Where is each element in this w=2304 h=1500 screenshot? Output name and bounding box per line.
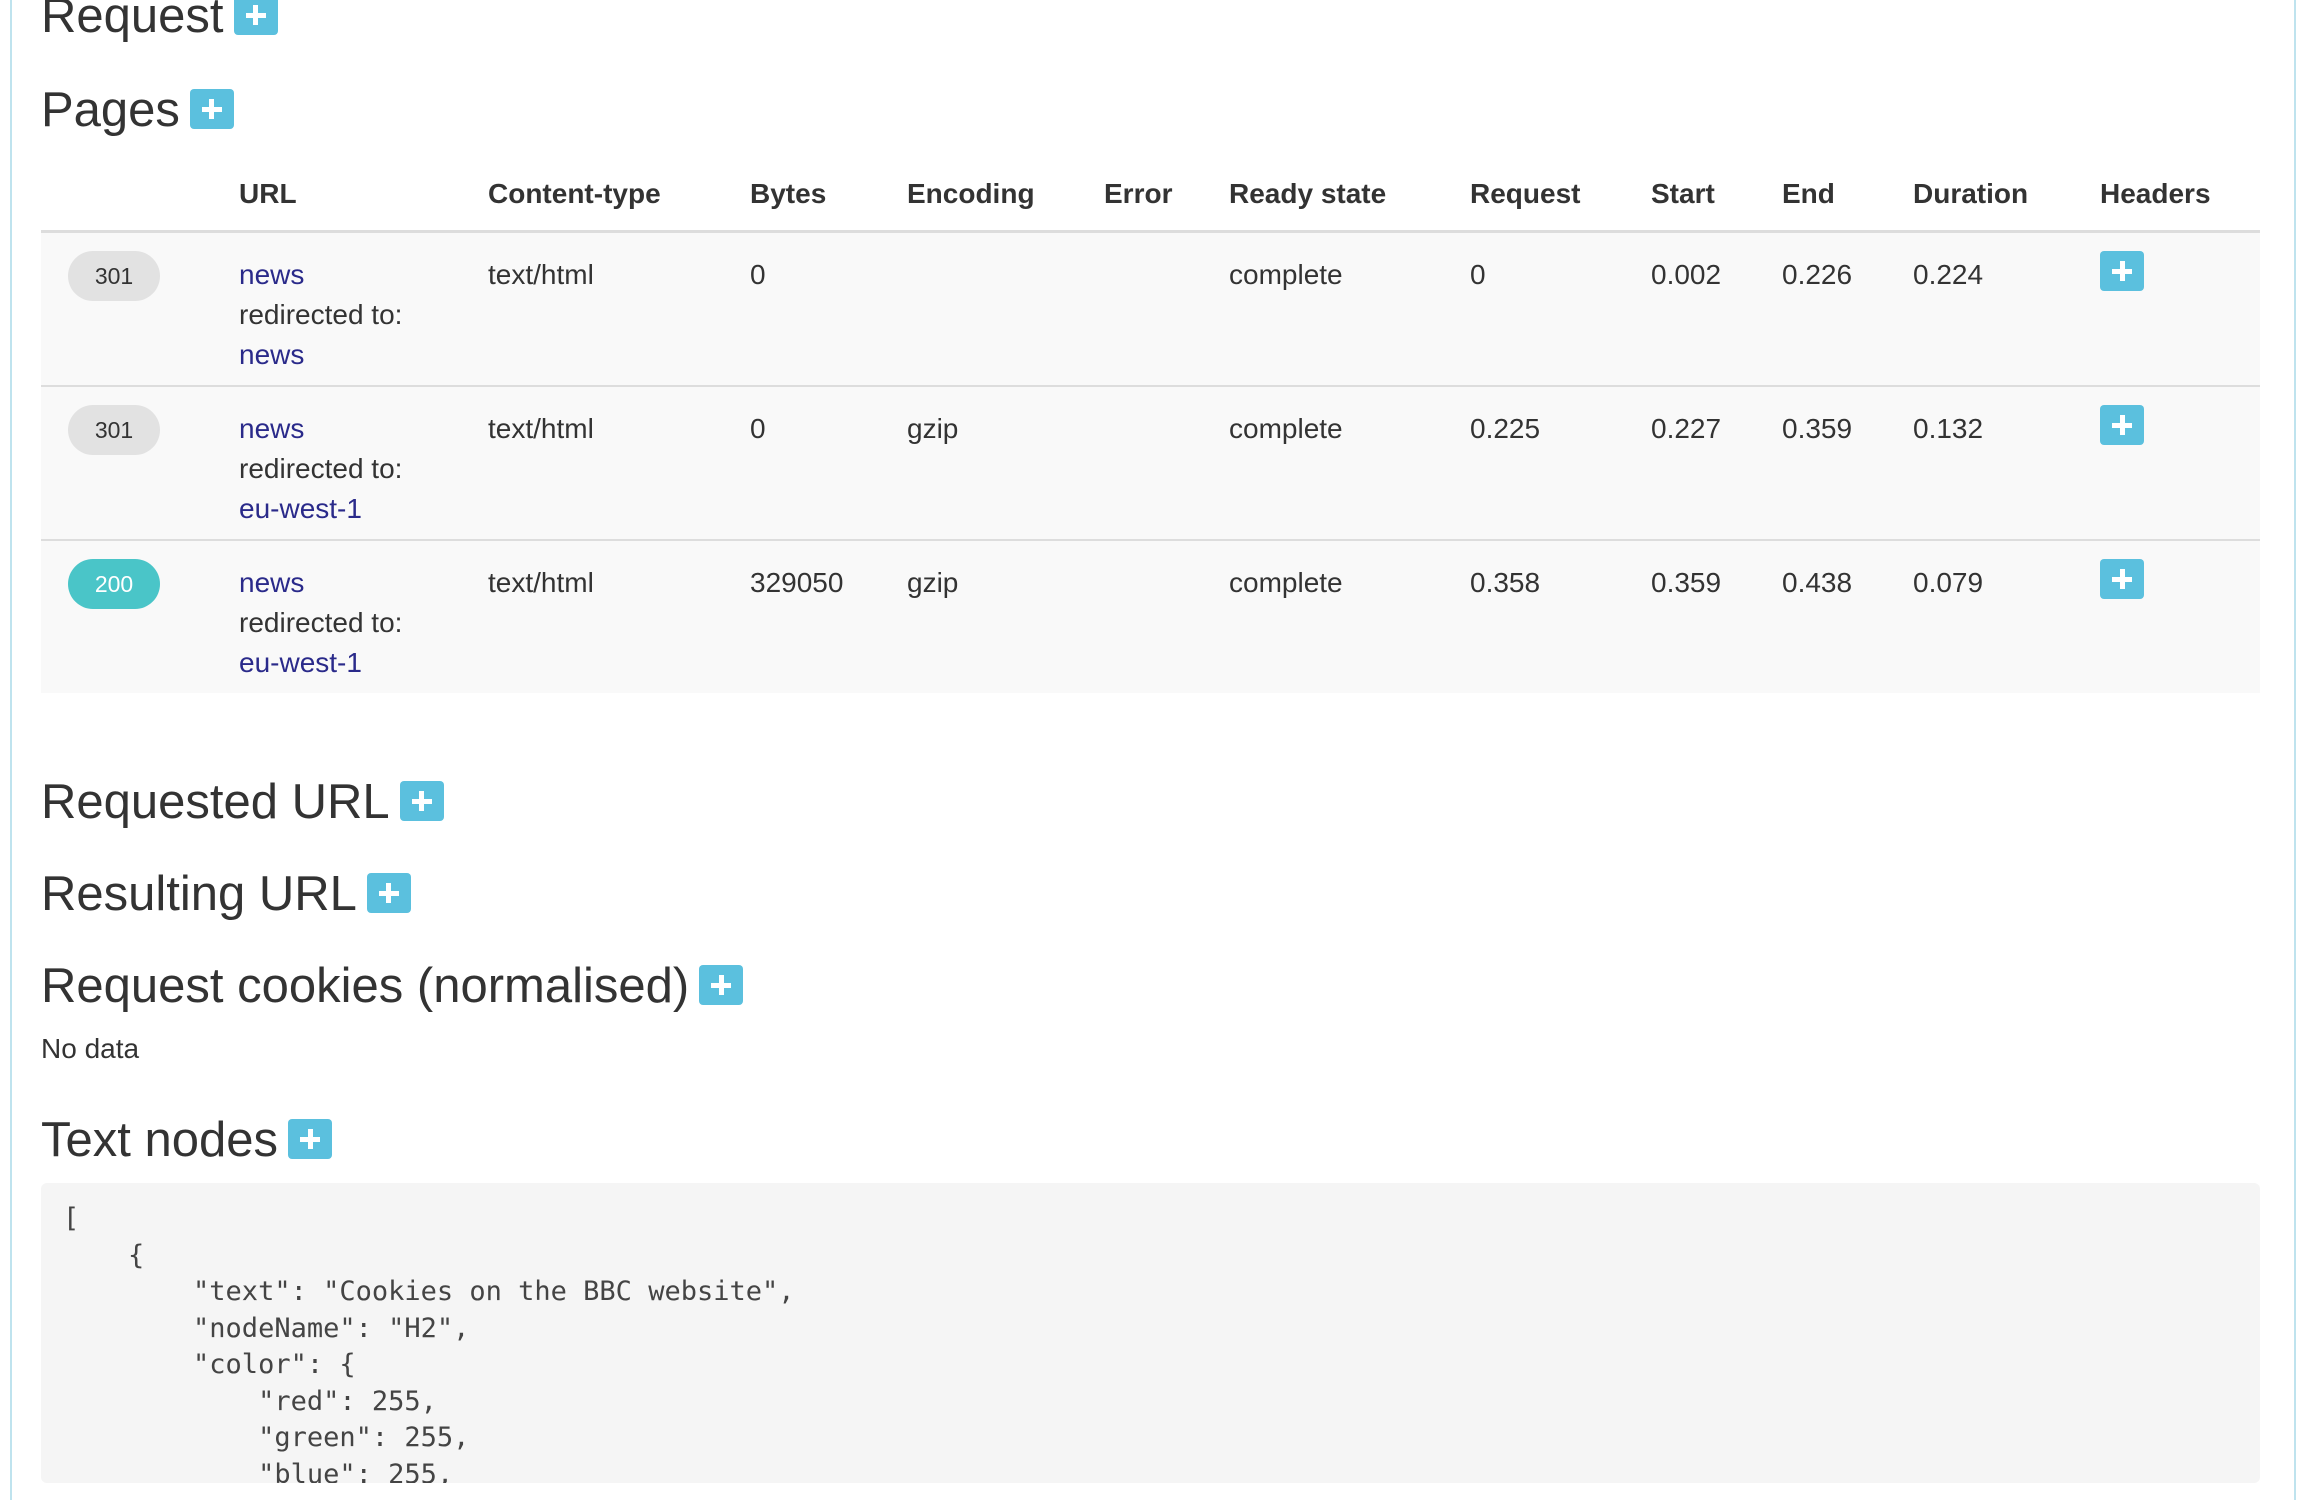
table-row: 301 news redirected to: news text/html 0…	[41, 231, 2260, 387]
duration-cell: 0.132	[1913, 385, 2100, 540]
page-url-link[interactable]: news	[239, 259, 304, 290]
section-request: Request	[41, 0, 278, 41]
status-badge: 301	[68, 251, 160, 301]
expand-request-icon[interactable]	[233, 0, 278, 36]
header-duration: Duration	[1913, 158, 2100, 233]
start-cell: 0.227	[1651, 385, 1782, 540]
bytes-cell: 329050	[750, 539, 907, 693]
redirect-url-link[interactable]: eu-west-1	[239, 647, 362, 678]
section-requested-url: Requested URL	[41, 778, 444, 827]
expand-pages-icon[interactable]	[189, 89, 234, 130]
header-url: URL	[239, 158, 488, 233]
start-cell: 0.002	[1651, 259, 1722, 290]
header-error: Error	[1104, 158, 1229, 233]
page-url-link[interactable]: news	[239, 413, 304, 444]
start-cell: 0.359	[1651, 539, 1782, 693]
section-text-nodes: Text nodes	[41, 1116, 332, 1165]
status-badge: 200	[68, 559, 160, 609]
code-line: "green": 255,	[63, 1422, 470, 1453]
pages-table: URL Content-type Bytes Encoding Error Re…	[41, 158, 2260, 693]
redirect-label: redirected to:	[239, 453, 403, 484]
expand-headers-icon[interactable]	[2100, 559, 2144, 599]
expand-headers-icon[interactable]	[2100, 251, 2144, 291]
header-status	[41, 158, 239, 233]
redirect-label: redirected to:	[239, 607, 403, 638]
header-end: End	[1782, 158, 1913, 233]
page-url-link[interactable]: news	[239, 567, 304, 598]
table-header-row: URL Content-type Bytes Encoding Error Re…	[41, 158, 2260, 233]
header-bytes: Bytes	[750, 158, 907, 233]
duration-cell: 0.079	[1913, 539, 2100, 693]
expand-text-nodes-icon[interactable]	[288, 1119, 332, 1160]
request-cell: 0.225	[1470, 385, 1651, 540]
status-badge: 301	[68, 405, 160, 455]
section-request-cookies-title: Request cookies (normalised)	[41, 959, 690, 1013]
section-requested-url-title: Requested URL	[41, 775, 390, 829]
expand-request-cookies-icon[interactable]	[699, 965, 744, 1006]
section-request-title: Request	[41, 0, 224, 43]
redirect-url-link[interactable]: eu-west-1	[239, 493, 362, 524]
table-row: 200 news redirected to: eu-west-1 text/h…	[41, 539, 2260, 693]
content-type-cell: text/html	[488, 385, 750, 540]
section-pages: Pages	[41, 86, 234, 135]
code-line: "red": 255,	[63, 1385, 437, 1417]
request-cell: 0	[1470, 259, 1486, 290]
section-pages-title: Pages	[41, 83, 180, 137]
section-resulting-url-title: Resulting URL	[41, 867, 357, 921]
error-cell	[1104, 232, 1229, 387]
section-resulting-url: Resulting URL	[41, 870, 411, 919]
code-line: "blue": 255,	[63, 1458, 454, 1484]
header-request: Request	[1470, 158, 1651, 233]
error-cell	[1104, 385, 1229, 540]
duration-cell: 0.224	[1913, 259, 1984, 290]
header-content-type: Content-type	[488, 158, 750, 233]
text-nodes-code-block: [ { "text": "Cookies on the BBC website"…	[41, 1183, 2260, 1483]
expand-requested-url-icon[interactable]	[399, 781, 444, 822]
table-row: 301 news redirected to: eu-west-1 text/h…	[41, 385, 2260, 540]
code-line: {	[63, 1239, 145, 1271]
content-type-cell: text/html	[488, 259, 594, 290]
redirect-label: redirected to:	[239, 299, 403, 330]
no-data-text: No data	[41, 1033, 140, 1064]
end-cell: 0.438	[1782, 539, 1913, 693]
header-headers: Headers	[2100, 158, 2260, 233]
ready-state-cell: complete	[1229, 539, 1470, 693]
code-line: "color": {	[63, 1349, 356, 1380]
redirect-url-link[interactable]: news	[239, 339, 304, 370]
section-text-nodes-title: Text nodes	[41, 1113, 278, 1167]
bytes-cell: 0	[750, 259, 766, 290]
ready-state-cell: complete	[1229, 259, 1343, 290]
ready-state-cell: complete	[1229, 385, 1470, 540]
code-line: "nodeName": "H2",	[63, 1312, 470, 1344]
header-start: Start	[1651, 158, 1782, 233]
section-request-cookies: Request cookies (normalised)	[41, 959, 744, 1013]
header-encoding: Encoding	[907, 158, 1104, 233]
expand-headers-icon[interactable]	[2100, 405, 2144, 445]
code-line: "text": "Cookies on the BBC website",	[63, 1276, 795, 1307]
request-cell: 0.358	[1470, 539, 1651, 693]
error-cell	[1104, 539, 1229, 693]
bytes-cell: 0	[750, 385, 907, 540]
encoding-cell: gzip	[907, 539, 1104, 693]
end-cell: 0.226	[1782, 259, 1853, 290]
expand-resulting-url-icon[interactable]	[366, 873, 411, 914]
header-ready-state: Ready state	[1229, 158, 1470, 233]
encoding-cell	[907, 232, 1104, 387]
end-cell: 0.359	[1782, 385, 1913, 540]
code-line: [	[63, 1203, 80, 1234]
encoding-cell: gzip	[907, 385, 1104, 540]
content-type-cell: text/html	[488, 539, 750, 693]
